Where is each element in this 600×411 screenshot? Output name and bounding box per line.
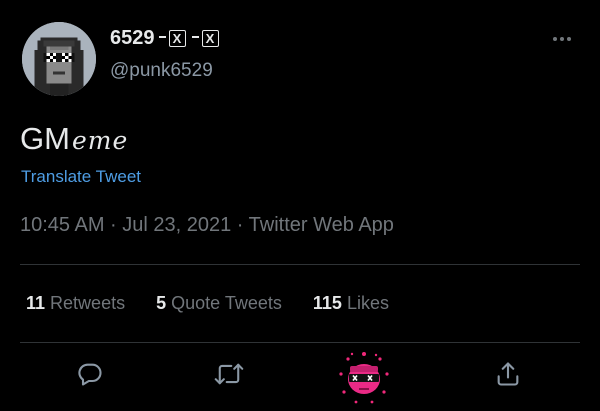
x-badge-2: X (201, 30, 219, 47)
x-badge-1: X (168, 30, 186, 47)
quote-tweets-label: Quote Tweets (171, 293, 282, 313)
punk-like-icon[interactable] (336, 350, 392, 411)
display-name[interactable]: 6529 X X (110, 27, 221, 50)
likes-count: 115 (312, 293, 342, 313)
display-name-text: 6529 (110, 27, 155, 49)
share-icon[interactable] (494, 360, 522, 393)
tweet-timestamp[interactable]: 10:45 AM · Jul 23, 2021 · Twitter Web Ap… (20, 214, 394, 237)
divider (20, 264, 580, 265)
avatar[interactable] (22, 22, 96, 96)
tweet-card: 6529 X X @punk6529 GM eme Translate Twee… (0, 0, 600, 409)
quote-tweets-count: 5 (156, 293, 167, 313)
more-options-icon[interactable] (552, 26, 572, 46)
tweet-stats: 11 Retweets 5 Quote Tweets 115 Likes (26, 293, 415, 314)
name-dash (191, 35, 199, 38)
translate-tweet-link[interactable]: Translate Tweet (21, 167, 141, 187)
quote-tweets-stat[interactable]: 5 Quote Tweets (156, 293, 282, 314)
retweets-label: Retweets (50, 293, 126, 313)
divider (20, 342, 580, 343)
retweets-count: 11 (26, 293, 46, 313)
retweet-icon[interactable] (214, 360, 244, 393)
handle[interactable]: @punk6529 (110, 60, 213, 82)
action-bar (0, 350, 600, 406)
retweets-stat[interactable]: 11 Retweets (26, 293, 125, 314)
name-dash (158, 35, 166, 38)
likes-stat[interactable]: 115 Likes (313, 293, 389, 314)
likes-label: Likes (346, 293, 389, 313)
reply-icon[interactable] (76, 360, 104, 393)
tweet-text-main: GM (20, 121, 70, 156)
tweet-text: GM eme (20, 121, 128, 157)
tweet-text-styled: eme (71, 126, 129, 155)
